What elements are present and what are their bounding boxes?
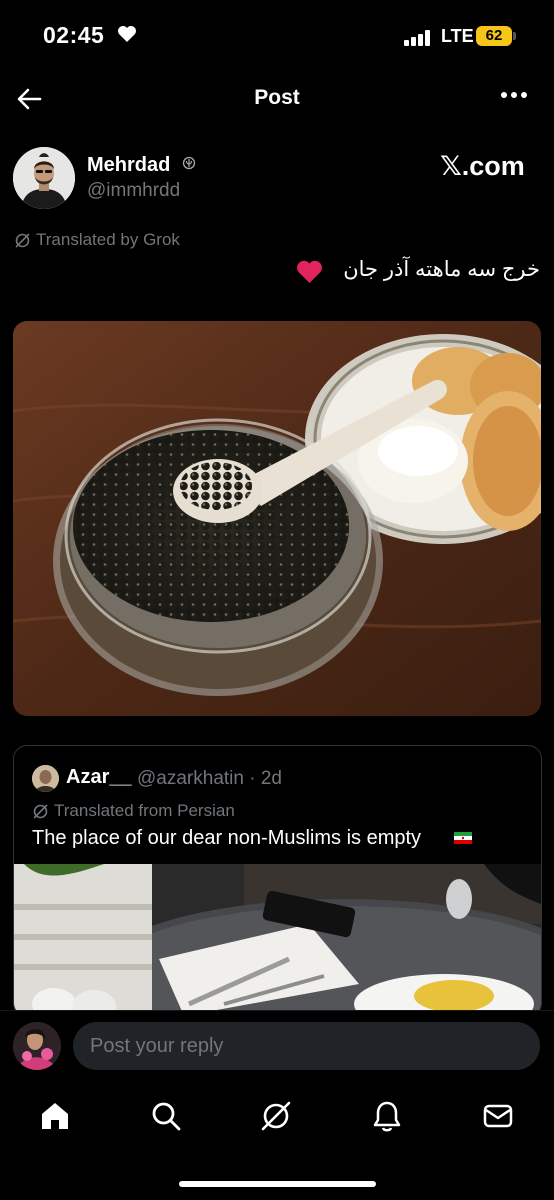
quote-translation-note[interactable]: Translated from Persian — [32, 801, 235, 821]
battery-tip — [513, 32, 516, 40]
quoted-post[interactable]: Azar__ @azarkhatin · 2d Translated from … — [13, 745, 542, 1017]
search-icon[interactable] — [150, 1100, 182, 1132]
more-options-icon[interactable] — [500, 90, 528, 100]
cellular-signal-icon — [404, 30, 430, 46]
quote-author-handle: @azarkhatin · 2d — [137, 768, 282, 789]
messages-icon[interactable] — [482, 1100, 514, 1132]
home-icon[interactable] — [39, 1100, 71, 1132]
grok-tab-icon[interactable] — [260, 1100, 292, 1132]
author-handle[interactable]: @immhrdd — [87, 180, 180, 202]
quote-author-name: Azar__ — [66, 766, 132, 788]
red-heart-icon — [297, 260, 322, 283]
status-time: 02:45 — [43, 22, 105, 48]
current-user-avatar[interactable] — [13, 1022, 61, 1070]
reply-input[interactable]: Post your reply — [73, 1022, 540, 1070]
quote-translation-label: Translated from Persian — [54, 801, 235, 820]
home-indicator[interactable] — [179, 1181, 376, 1187]
page-title: Post — [254, 86, 300, 109]
affiliate-badge-icon — [182, 156, 196, 170]
quote-image[interactable] — [14, 864, 541, 1016]
author-name[interactable]: Mehrdad — [87, 154, 170, 177]
post-image[interactable] — [13, 321, 541, 716]
battery-indicator: 62 — [476, 26, 512, 46]
network-label: LTE — [441, 26, 474, 46]
author-avatar[interactable] — [13, 147, 75, 209]
iran-flag-icon — [454, 832, 472, 844]
heart-status-icon — [118, 26, 136, 42]
quote-text: The place of our dear non-Muslims is emp… — [32, 827, 422, 849]
xcom-watermark: 𝕏.com — [440, 151, 525, 181]
translation-note[interactable]: Translated by Grok — [14, 230, 180, 250]
notifications-icon[interactable] — [371, 1100, 403, 1132]
post-text: خرج سه ماهته آذر جان — [343, 258, 540, 281]
translation-label: Translated by Grok — [36, 230, 180, 249]
quote-author-avatar[interactable] — [32, 765, 59, 792]
grok-icon — [33, 803, 48, 819]
grok-icon — [15, 232, 30, 248]
